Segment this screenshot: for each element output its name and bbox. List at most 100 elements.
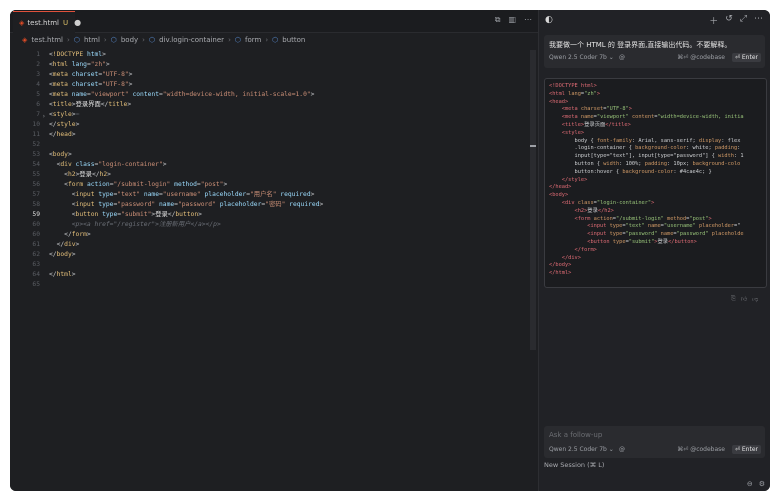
line-text: <meta charset="UTF-8"> [49,70,132,80]
code-token: required [289,201,320,208]
code-token: name [644,223,661,230]
plus-icon[interactable]: ＋ [709,14,718,27]
code-token: padding [644,160,668,167]
breadcrumb-item[interactable]: test.html [31,36,63,44]
breadcrumb-item[interactable]: body [121,36,138,44]
thumbs-up-icon[interactable]: 👍︎ [741,295,747,303]
expand-icon[interactable]: ⤢ [740,14,747,27]
continue-logo-icon: ◐ [545,15,553,25]
code-line[interactable]: 11 </head> [10,130,538,140]
code-token: h2 [67,171,76,178]
code-line[interactable]: 62 </body> [10,250,538,260]
code-token: <title> [561,121,585,128]
chat-panel: ◐ ＋ ↺ ⤢ ⋯ 我要做一个 HTML 的 登录界面,直接输出代码。不要解释。… [538,10,770,491]
app-window: ◈ test.html U ● ⧉ ▥ ⋯ ◈ test.html › ⬡ html › ⬡… [10,10,770,491]
code-line[interactable]: 58 <input type="password" name="password… [10,200,538,210]
fold-chevron-icon[interactable]: › [42,112,46,120]
code-line[interactable]: 60 <p><a href="/register">注册新用户</a></p> [10,220,538,230]
code-token: h2 [99,171,108,178]
code-line[interactable]: 59 <button type="submit">登录</button> [10,210,538,220]
at-mention-icon[interactable]: @ [619,54,625,61]
code-token: < [49,191,76,198]
tab-test-html[interactable]: ◈ test.html U ● [13,11,81,33]
line-number: 4 [36,81,40,88]
split-editor-icon[interactable]: ▥ [508,15,516,25]
code-token: </body> [549,262,572,269]
code-line[interactable]: 6 <title>登录界面</title> [10,100,538,110]
followup-input[interactable]: Ask a follow-up Qwen 2.5 Coder 7b ⌄ @ ⌘⏎… [544,426,765,458]
untracked-badge: U [63,18,69,27]
code-token: "username" [162,191,201,198]
code-line[interactable]: 63 [10,260,538,270]
code-line[interactable]: 53 <body> [10,150,538,160]
code-token: 登录页面 [584,121,606,128]
breadcrumb-item[interactable]: form [245,36,261,44]
settings-icon[interactable]: ⚙ [759,480,765,488]
thumbs-down-icon[interactable]: 👎︎ [752,295,758,303]
line-number: 62 [32,251,40,258]
code-line[interactable]: 52 [10,140,538,150]
code-line[interactable]: 3 <meta charset="UTF-8"> [10,70,538,80]
model-selector-2[interactable]: Qwen 2.5 Coder 7b ⌄ [549,446,614,453]
code-line[interactable]: 2 <html lang="zh"> [10,60,538,70]
code-line[interactable]: 61 </div> [10,240,538,250]
code-line[interactable]: 10 </style> [10,120,538,130]
code-token: </head> [549,184,572,191]
code-line[interactable]: 65 [10,280,538,290]
code-line[interactable]: 55 <h2>登录</h2> [10,170,538,180]
new-session-link[interactable]: New Session (⌘ L) [544,461,604,469]
code-line[interactable]: 60 </form> [10,230,538,240]
code-token: <form [574,215,591,222]
code-token: > [310,91,315,98]
code-line[interactable]: 7 › <style>⋯ [10,110,538,120]
code-token: : 1 [733,153,744,160]
response-code-line: <div class="login-container"> [545,200,766,208]
more-icon[interactable]: ⋯ [524,15,532,25]
code-token: "post" [200,181,224,188]
enter-button[interactable]: ⏎ Enter [731,53,761,62]
breadcrumb-item[interactable]: div.login-container [159,36,224,44]
breadcrumb-item[interactable]: button [282,36,305,44]
unsaved-dot[interactable]: ● [74,18,81,27]
line-number: 5 [36,91,40,98]
code-line[interactable]: 64 </html> [10,270,538,280]
code-line[interactable]: 56 <form action="/submit-login" method="… [10,180,538,190]
code-token: "login-container" [596,199,652,206]
code-line[interactable]: 5 <meta name="viewport" content="width=de… [10,90,538,100]
history-icon[interactable]: ↺ [725,14,733,27]
breadcrumb-item[interactable]: html [84,36,100,44]
code-area[interactable]: 1 <!DOCTYPE html> 2 <html lang="zh"> 3 <meta … [10,50,538,290]
code-token: > [128,71,133,78]
code-line[interactable]: 4 <meta charset="UTF-8"> [10,80,538,90]
code-line[interactable]: 1 <!DOCTYPE html> [10,50,538,60]
code-token: "password" [625,231,658,238]
response-code-block[interactable]: <!DOCTYPE html> <html lang="zh"> <head> <m… [544,78,767,288]
more-icon[interactable]: ⋯ [754,14,763,27]
user-message[interactable]: 我要做一个 HTML 的 登录界面,直接输出代码。不要解释。 Qwen 2.5 … [544,35,765,68]
code-line[interactable]: 54 <div class="login-container"> [10,160,538,170]
line-text: <meta name="viewport" content="width=dev… [49,90,314,100]
codebase-hint[interactable]: ⌘⏎ @codebase [677,54,725,61]
line-text: <title>登录界面</title> [49,100,131,110]
code-token: > [128,81,133,88]
code-token: placeholde [708,231,744,238]
code-token: html [86,51,103,58]
code-line[interactable]: 57 <input type="text" name="username" pl… [10,190,538,200]
code-token: type [102,211,118,218]
compare-icon[interactable]: ⧉ [495,15,501,25]
code-token: <html [549,90,565,97]
copy-icon[interactable]: ⎘ [731,295,736,303]
model-selector[interactable]: Qwen 2.5 Coder 7b ⌄ [549,54,614,61]
editor-scrollbar[interactable] [530,50,536,350]
code-token: "用户名" [250,191,277,198]
code-token: width [718,153,734,160]
minus-circle-icon[interactable]: ⊖ [747,480,753,488]
code-token: 登录界面 [75,101,101,108]
codebase-hint-2[interactable]: ⌘⏎ @codebase [677,446,725,453]
line-text: <html lang="zh"> [49,60,110,70]
line-text: </style> [49,120,79,130]
at-mention-icon-2[interactable]: @ [619,446,625,453]
enter-button-2[interactable]: ⏎ Enter [731,445,761,454]
code-token: type [609,238,626,245]
